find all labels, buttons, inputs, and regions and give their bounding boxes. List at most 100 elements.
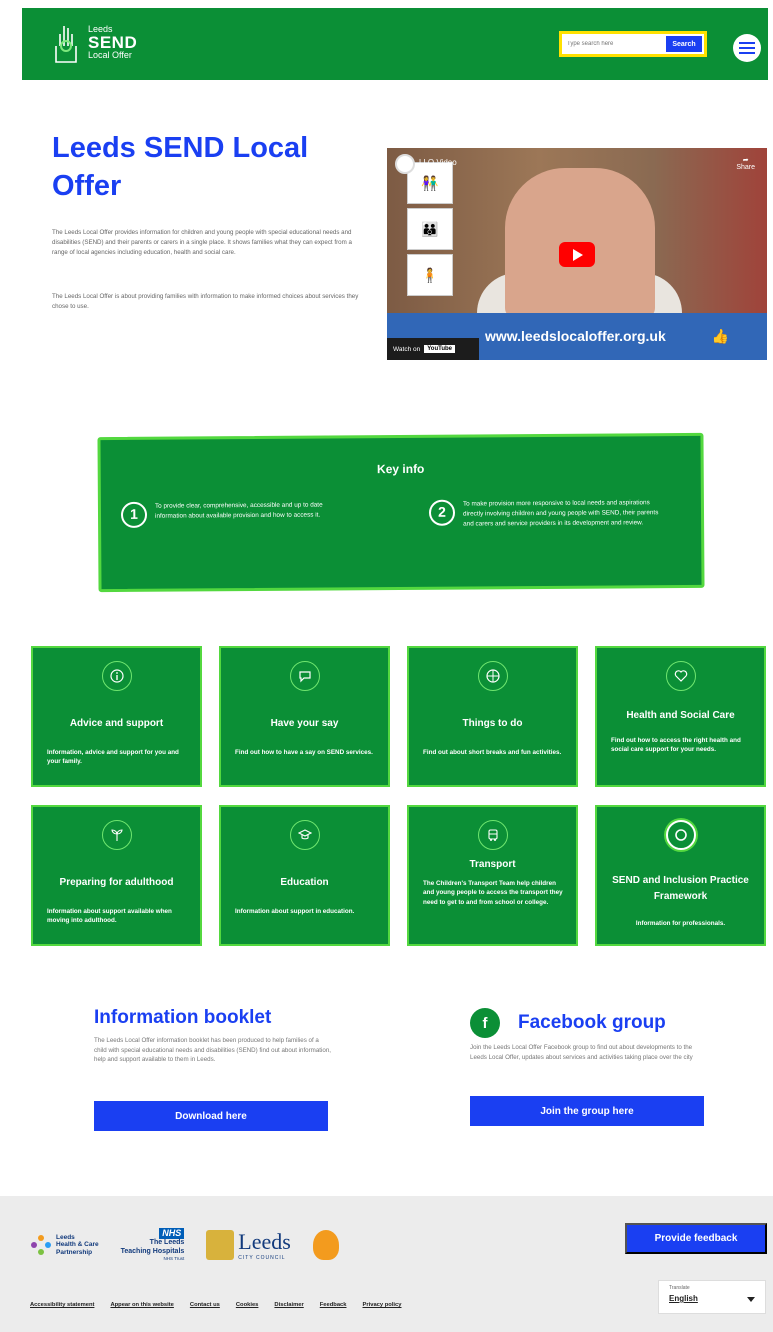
facebook-icon: f [470,1008,500,1038]
partnership-line-1: Leeds [56,1233,75,1241]
video-share-button[interactable]: ➦ Share [736,156,755,171]
tile-description: Information about support in education. [235,908,355,915]
youtube-logo: YouTube [424,345,455,353]
tile-health-and-social-care[interactable]: Health and Social Care Find out how to a… [595,646,766,787]
footer-link-feedback[interactable]: Feedback [320,1302,347,1308]
council-crest-icon [206,1229,235,1260]
council-sub: CITY COUNCIL [238,1254,286,1261]
chevron-down-icon [747,1297,755,1302]
tile-title: Things to do [462,718,523,729]
tile-preparing-for-adulthood[interactable]: Preparing for adulthood Information abou… [31,805,202,946]
watch-on-youtube-button[interactable]: Watch on YouTube [387,338,479,360]
menu-button[interactable] [733,34,761,62]
tile-title: SEND and Inclusion Practice Framework [612,875,749,902]
tile-description: Find out how to have a say on SEND servi… [235,749,373,756]
facebook-title: Facebook group [518,1012,666,1033]
heart-icon [666,661,696,691]
language-label: Translate [669,1285,690,1291]
booklet-text: The Leeds Local Offer information bookle… [94,1037,331,1064]
tile-title: Education [280,877,329,888]
tile-advice-and-support[interactable]: Advice and support Information, advice a… [31,646,202,787]
site-footer: Leeds Health & Care Partnership NHS The … [0,1196,773,1332]
key-info-number: 1 [120,501,148,528]
channel-avatar[interactable] [395,154,415,174]
footer-links: Accessibility statement Appear on this w… [30,1302,402,1308]
tile-title: Transport [469,859,516,870]
nhs-badge: NHS [159,1228,185,1239]
target-icon [666,820,696,850]
intro-paragraph-1: The Leeds Local Offer provides informati… [52,229,352,256]
sprout-icon [102,820,132,850]
key-info-text: To make provision more responsive to loc… [462,499,659,528]
hand-logo-icon [55,26,77,63]
tile-transport[interactable]: Transport The Children's Transport Team … [407,805,578,946]
partnership-line-3: Partnership [56,1248,93,1256]
video-url-text: www.leedslocaloffer.org.uk [485,328,666,344]
video-title[interactable]: LLO Video [419,158,457,167]
intro-paragraph-2: The Leeds Local Offer is about providing… [52,293,359,310]
nhs-line-1: The Leeds [149,1239,185,1247]
key-info-number: 2 [428,499,456,526]
footer-link-privacy[interactable]: Privacy policy [363,1302,402,1308]
health-care-partnership-logo[interactable]: Leeds Health & Care Partnership [30,1234,99,1256]
tile-have-your-say[interactable]: Have your say Find out how to have a say… [219,646,390,787]
tile-title: Have your say [270,718,339,729]
booklet-title: Information booklet [94,1007,272,1028]
tile-title: Advice and support [69,718,164,729]
key-info-panel: Key info 1 To provide clear, comprehensi… [97,432,705,593]
share-arrow-icon: ➦ [742,157,749,164]
info-icon [102,661,132,691]
key-info-item-2: 2 To make provision more responsive to l… [428,498,669,529]
nhs-line-3: NHS Trust [163,1256,185,1262]
tile-description: Information, advice and support for you … [47,749,179,766]
partnership-star-icon [31,1234,51,1255]
language-value: English [669,1294,698,1303]
search-box: Search [559,31,707,57]
key-info-title: Key info [376,461,425,477]
site-logo[interactable]: Leeds SEND Local Offer [50,16,137,68]
symbol-card: 🧍 [407,254,453,296]
video-play-button[interactable] [559,242,595,267]
thumbs-up-icon: 👍 [711,328,729,344]
key-info-text: To provide clear, comprehensive, accessi… [154,501,323,520]
tile-title: Health and Social Care [626,710,735,721]
partner-logos: Leeds Health & Care Partnership NHS The … [30,1228,339,1262]
tile-send-and-inclusion-practice-framework[interactable]: SEND and Inclusion Practice Framework In… [595,805,766,946]
logo-line-3: Local Offer [88,49,132,60]
logo-text: Leeds SEND Local Offer [88,24,138,60]
nhs-trust-logo[interactable]: NHS The Leeds Teaching Hospitals NHS Tru… [121,1228,185,1262]
ball-icon [478,661,508,691]
speech-bubble-icon [290,661,320,691]
footer-link-cookies[interactable]: Cookies [236,1302,259,1308]
orange-hand-logo-icon[interactable] [312,1229,339,1260]
key-info-item-1: 1 To provide clear, comprehensive, acces… [120,500,331,528]
site-header: Leeds SEND Local Offer Search [22,8,768,80]
tile-education[interactable]: Education Information about support in e… [219,805,390,946]
language-select[interactable]: Translate English [658,1280,766,1314]
footer-link-contact[interactable]: Contact us [190,1302,220,1308]
watch-on-label: Watch on [393,345,421,353]
download-button[interactable]: Download here [94,1101,328,1131]
footer-link-accessibility[interactable]: Accessibility statement [30,1302,94,1308]
search-button[interactable]: Search [666,36,702,52]
video-symbol-cards: 👫 👪 🧍 [407,162,455,300]
bus-icon [478,820,508,850]
intro-video[interactable]: 👫 👪 🧍 LLO Video ➦ Share www.leedslocalof… [387,148,767,360]
council-name: Leeds [238,1228,291,1254]
leeds-city-council-logo[interactable]: Leeds CITY COUNCIL [206,1229,291,1261]
tile-title: Preparing for adulthood [59,877,174,888]
tile-description: The Children's Transport Team help child… [423,880,563,906]
hamburger-icon [739,42,755,54]
provide-feedback-button[interactable]: Provide feedback [625,1223,767,1254]
logo-line-2: SEND [88,32,138,52]
footer-link-appear[interactable]: Appear on this website [110,1302,173,1308]
facebook-text: Join the Leeds Local Offer Facebook grou… [470,1044,693,1061]
partnership-line-2: Health & Care [56,1241,99,1249]
video-share-label: Share [736,164,755,171]
search-input[interactable] [562,35,662,53]
footer-link-disclaimer[interactable]: Disclaimer [274,1302,303,1308]
tile-things-to-do[interactable]: Things to do Find out about short breaks… [407,646,578,787]
join-group-button[interactable]: Join the group here [470,1096,704,1126]
tile-description: Find out about short breaks and fun acti… [423,749,562,756]
symbol-card: 👪 [407,208,453,250]
